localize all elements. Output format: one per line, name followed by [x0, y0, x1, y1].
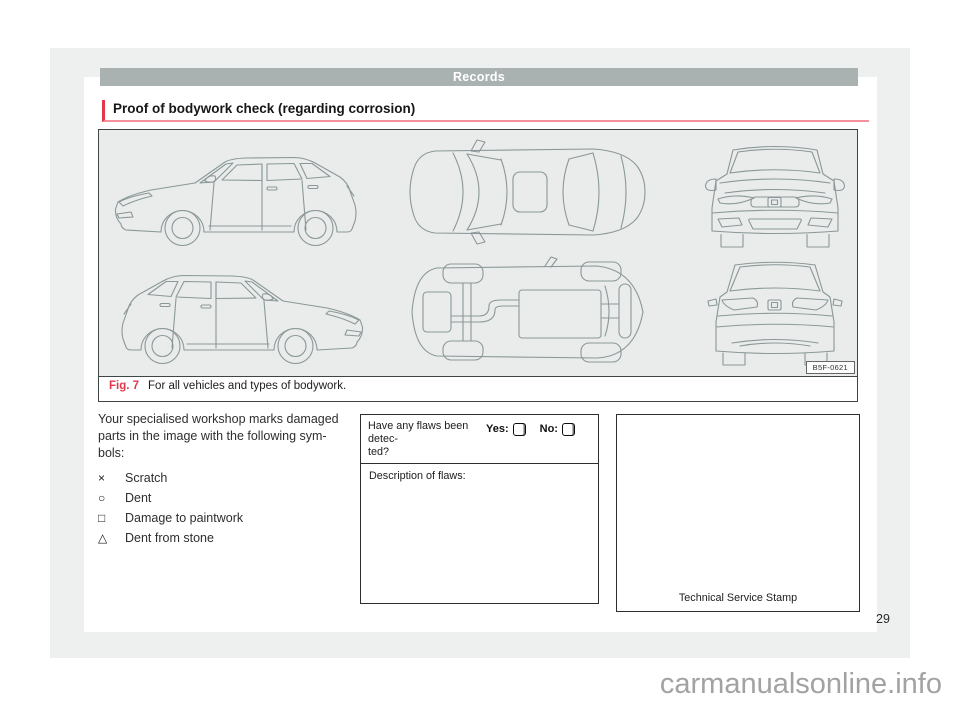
flaw-question-row: Have any flaws been detec- ted? Yes: No: — [361, 415, 598, 464]
flaw-description-label: Description of flaws: — [361, 464, 598, 488]
legend-item-scratch: × Scratch — [98, 468, 356, 488]
figure-code-label: B5F-0621 — [806, 361, 855, 374]
yes-checkbox[interactable] — [513, 423, 526, 436]
car-front-view-icon — [701, 136, 849, 252]
stone-symbol-icon: △ — [98, 531, 125, 545]
intro-text: Your specialised workshop marks damaged … — [98, 411, 356, 462]
no-checkbox[interactable] — [562, 423, 575, 436]
figure-number: Fig. 7 — [109, 380, 139, 392]
manual-page: Records Proof of bodywork check (regardi… — [0, 0, 960, 708]
chapter-header-bar: Records — [100, 68, 858, 86]
figure-caption: Fig. 7 For all vehicles and types of body… — [99, 376, 857, 401]
flaw-form: Have any flaws been detec- ted? Yes: No:… — [360, 414, 599, 604]
car-side-view-right-icon — [109, 256, 369, 370]
scratch-symbol-icon: × — [98, 471, 125, 485]
yes-option: Yes: — [486, 420, 526, 459]
figure-caption-text: For all vehicles and types of bodywork. — [148, 380, 346, 392]
watermark: carmanualsonline.info — [560, 668, 942, 701]
stamp-label: Technical Service Stamp — [617, 592, 859, 604]
car-top-view-icon — [399, 136, 661, 248]
car-underbody-view-icon — [399, 254, 661, 370]
legend-item-stone: △ Dent from stone — [98, 528, 356, 548]
car-rear-view-icon — [701, 254, 849, 370]
dent-symbol-icon: ○ — [98, 491, 125, 505]
page-number: 29 — [876, 612, 906, 626]
technical-service-stamp-box: Technical Service Stamp — [616, 414, 860, 612]
symbol-legend: × Scratch ○ Dent □ Damage to paintwork △… — [98, 468, 356, 548]
flaw-question: Have any flaws been detec- ted? — [368, 420, 472, 459]
car-side-view-left-icon — [109, 138, 369, 252]
legend-item-dent: ○ Dent — [98, 488, 356, 508]
figure-canvas: B5F-0621 — [99, 130, 857, 376]
figure-7: B5F-0621 Fig. 7 For all vehicles and type… — [98, 129, 858, 402]
legend-item-paintwork: □ Damage to paintwork — [98, 508, 356, 528]
paintwork-symbol-icon: □ — [98, 511, 125, 525]
section-title: Proof of bodywork check (regarding corro… — [102, 100, 869, 122]
no-option: No: — [540, 420, 575, 459]
